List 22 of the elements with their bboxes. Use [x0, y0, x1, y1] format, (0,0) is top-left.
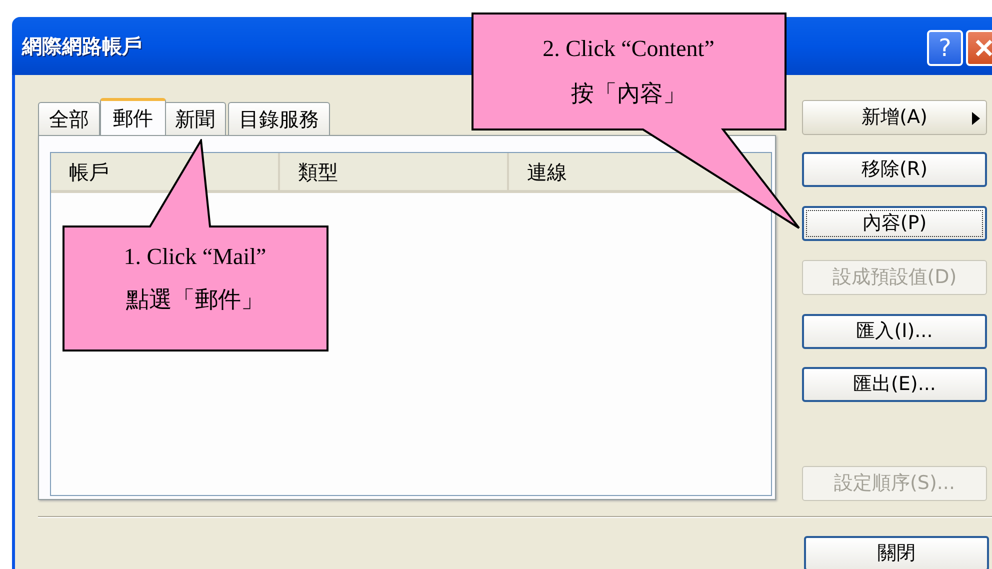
dialog-button[interactable]: 匯入(I)...	[802, 314, 987, 349]
column-header[interactable]: 連線	[527, 156, 567, 186]
tab[interactable]: 新聞	[164, 102, 226, 135]
callout-text: 按「內容」	[571, 80, 686, 108]
callout-text: 1. Click “Mail”	[124, 243, 266, 271]
callout-text: 2. Click “Content”	[542, 35, 714, 63]
dialog-button[interactable]: 匯出(E)...	[802, 367, 987, 402]
tab[interactable]: 全部	[38, 102, 100, 135]
close-button[interactable]	[966, 30, 992, 66]
window-title: 網際網路帳戶	[22, 33, 142, 60]
callout-text: 點選「郵件」	[126, 286, 264, 314]
caret-icon	[972, 112, 980, 125]
tab[interactable]: 目錄服務	[228, 102, 330, 135]
column-header[interactable]: 類型	[298, 156, 338, 186]
help-button[interactable]: ?	[927, 30, 963, 66]
dialog-button[interactable]: 內容(P)	[802, 206, 987, 241]
column-header[interactable]: 帳戶	[69, 156, 109, 186]
dialog-button[interactable]: 移除(R)	[802, 152, 987, 187]
close-dialog-button[interactable]: 關閉	[804, 536, 989, 569]
close-icon	[975, 39, 992, 57]
tab[interactable]: 郵件	[100, 98, 166, 135]
dialog-button[interactable]: 新增(A)	[802, 100, 987, 135]
